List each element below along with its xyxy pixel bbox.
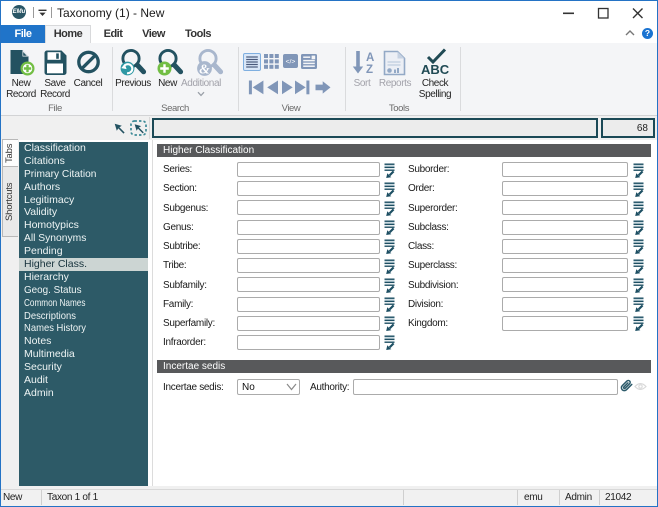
svg-text:</>: </> — [286, 59, 296, 66]
svg-text:Z: Z — [366, 64, 373, 76]
svg-text:ABC: ABC — [421, 62, 450, 76]
svg-text:A: A — [366, 52, 374, 64]
svg-text:&: & — [199, 61, 210, 76]
